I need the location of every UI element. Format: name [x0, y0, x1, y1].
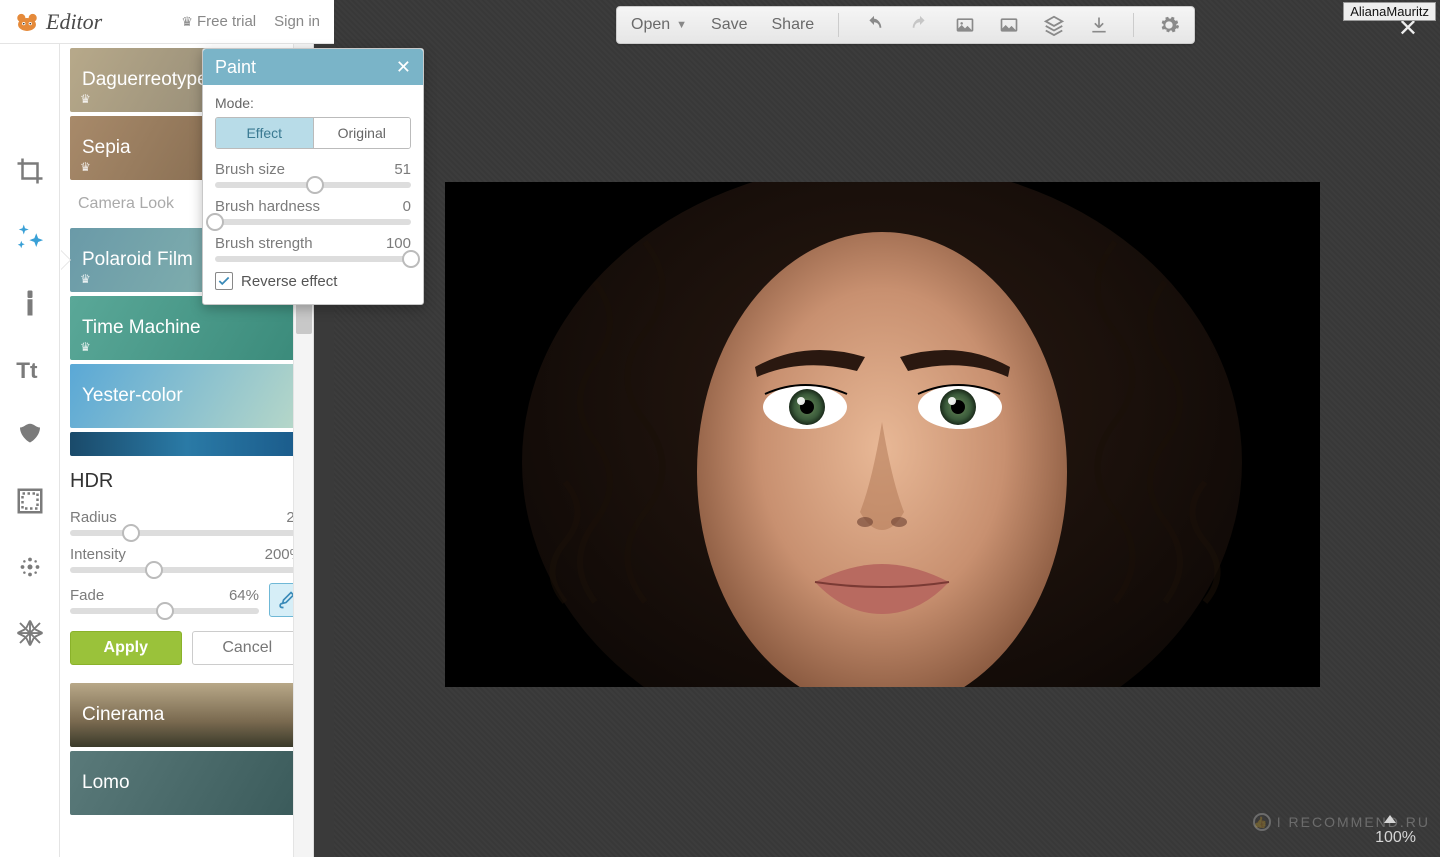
- reverse-effect-label: Reverse effect: [241, 273, 337, 290]
- overlay-tool-icon[interactable]: [13, 418, 47, 452]
- mode-effect-button[interactable]: Effect: [216, 118, 313, 148]
- close-icon[interactable]: ✕: [396, 57, 411, 78]
- crop-tool-icon[interactable]: [13, 154, 47, 188]
- zoom-up-icon[interactable]: [1384, 815, 1396, 823]
- crown-icon: ♛: [181, 14, 193, 30]
- toolbar-separator: [1133, 13, 1134, 37]
- crown-icon: ♛: [80, 340, 91, 354]
- frame-tool-icon[interactable]: [13, 484, 47, 518]
- thumbs-up-icon: 👍: [1253, 813, 1271, 831]
- svg-text:Tt: Tt: [16, 358, 38, 383]
- share-button[interactable]: Share: [772, 16, 815, 34]
- chevron-down-icon: ▼: [676, 19, 687, 31]
- radius-slider-row: Radius20: [70, 509, 303, 536]
- app-header: Editor ♛Free trial Sign in: [0, 0, 334, 44]
- download-icon[interactable]: [1089, 15, 1109, 35]
- open-label: Open: [631, 16, 670, 34]
- zoom-level[interactable]: 100%: [1375, 829, 1416, 847]
- fade-slider-row: Fade 64%: [70, 583, 303, 617]
- monkey-logo-icon: [14, 11, 40, 33]
- active-tool-pointer: [60, 250, 70, 270]
- intensity-slider[interactable]: [70, 567, 303, 573]
- effect-label: Time Machine: [82, 317, 201, 339]
- cancel-button[interactable]: Cancel: [192, 631, 304, 665]
- portrait-illustration: [445, 182, 1320, 687]
- hdr-settings-panel: HDR Radius20 Intensity200% Fade 64% Apply…: [70, 460, 303, 679]
- slider-thumb[interactable]: [206, 213, 224, 231]
- fade-label: Fade: [70, 587, 104, 604]
- slider-thumb[interactable]: [156, 602, 174, 620]
- slider-thumb[interactable]: [306, 176, 324, 194]
- canvas-image[interactable]: [445, 182, 1320, 687]
- layers-icon[interactable]: [1043, 14, 1065, 36]
- canvas-toolbar: Open ▼ Save Share: [616, 6, 1195, 44]
- effect-label: Lomo: [82, 772, 130, 794]
- crown-icon: ♛: [80, 272, 91, 286]
- effect-cinerama[interactable]: Cinerama: [70, 683, 303, 747]
- undo-icon[interactable]: [863, 14, 885, 36]
- app-logo: Editor: [14, 9, 102, 35]
- effect-label: Daguerreotype: [82, 69, 208, 91]
- fade-slider[interactable]: [70, 608, 259, 614]
- brush-strength-label: Brush strength: [215, 235, 313, 252]
- mode-label: Mode:: [215, 95, 411, 111]
- text-tool-icon[interactable]: Tt: [13, 352, 47, 386]
- save-button[interactable]: Save: [711, 16, 747, 34]
- free-trial-link[interactable]: ♛Free trial: [181, 13, 256, 30]
- tool-sidebar: Tt: [0, 44, 60, 857]
- brush-hardness-label: Brush hardness: [215, 198, 320, 215]
- open-button[interactable]: Open ▼: [631, 16, 687, 34]
- reverse-effect-row: Reverse effect: [215, 272, 411, 290]
- brush-size-label: Brush size: [215, 161, 285, 178]
- effect-label: Cinerama: [82, 704, 164, 726]
- intensity-label: Intensity: [70, 546, 126, 563]
- themes-tool-icon[interactable]: [13, 616, 47, 650]
- mode-segmented-control: Effect Original: [215, 117, 411, 149]
- effect-yester-color[interactable]: Yester-color: [70, 364, 303, 428]
- fade-value: 64%: [229, 587, 259, 604]
- slider-thumb[interactable]: [402, 250, 420, 268]
- slider-thumb[interactable]: [145, 561, 163, 579]
- effect-label: Sepia: [82, 137, 131, 159]
- apply-button[interactable]: Apply: [70, 631, 182, 665]
- radius-slider[interactable]: [70, 530, 303, 536]
- radius-label: Radius: [70, 509, 117, 526]
- paint-popup-title: Paint: [215, 57, 256, 78]
- app-name: Editor: [46, 9, 102, 35]
- brush-size-slider[interactable]: [215, 182, 411, 188]
- texture-tool-icon[interactable]: [13, 550, 47, 584]
- image-after-icon[interactable]: [999, 15, 1019, 35]
- effects-tool-icon[interactable]: [13, 220, 47, 254]
- hdr-title: HDR: [70, 470, 303, 493]
- brush-hardness-slider[interactable]: [215, 219, 411, 225]
- effect-lomo[interactable]: Lomo: [70, 751, 303, 815]
- gear-icon[interactable]: [1158, 14, 1180, 36]
- check-icon: [217, 274, 231, 288]
- touchup-tool-icon[interactable]: [13, 286, 47, 320]
- reverse-effect-checkbox[interactable]: [215, 272, 233, 290]
- brush-size-value: 51: [394, 161, 411, 178]
- paint-popup-header[interactable]: Paint ✕: [203, 49, 423, 85]
- brush-hardness-value: 0: [403, 198, 411, 215]
- mode-original-button[interactable]: Original: [313, 118, 411, 148]
- effect-label: Polaroid Film: [82, 249, 193, 271]
- effect-time-machine[interactable]: Time Machine♛: [70, 296, 303, 360]
- username-badge: AlianaMauritz: [1343, 2, 1436, 21]
- toolbar-separator: [838, 13, 839, 37]
- free-trial-label: Free trial: [197, 13, 256, 30]
- paint-popup: Paint ✕ Mode: Effect Original Brush size…: [202, 48, 424, 305]
- sign-in-link[interactable]: Sign in: [274, 13, 320, 30]
- effect-label: Yester-color: [82, 385, 183, 407]
- image-before-icon[interactable]: [955, 15, 975, 35]
- crown-icon: ♛: [80, 92, 91, 106]
- brush-strength-slider[interactable]: [215, 256, 411, 262]
- crown-icon: ♛: [80, 160, 91, 174]
- intensity-slider-row: Intensity200%: [70, 546, 303, 573]
- effect-hdr-thumb[interactable]: [70, 432, 303, 456]
- slider-thumb[interactable]: [122, 524, 140, 542]
- redo-icon: [909, 14, 931, 36]
- watermark-text: I RECOMMEND.RU: [1277, 814, 1430, 830]
